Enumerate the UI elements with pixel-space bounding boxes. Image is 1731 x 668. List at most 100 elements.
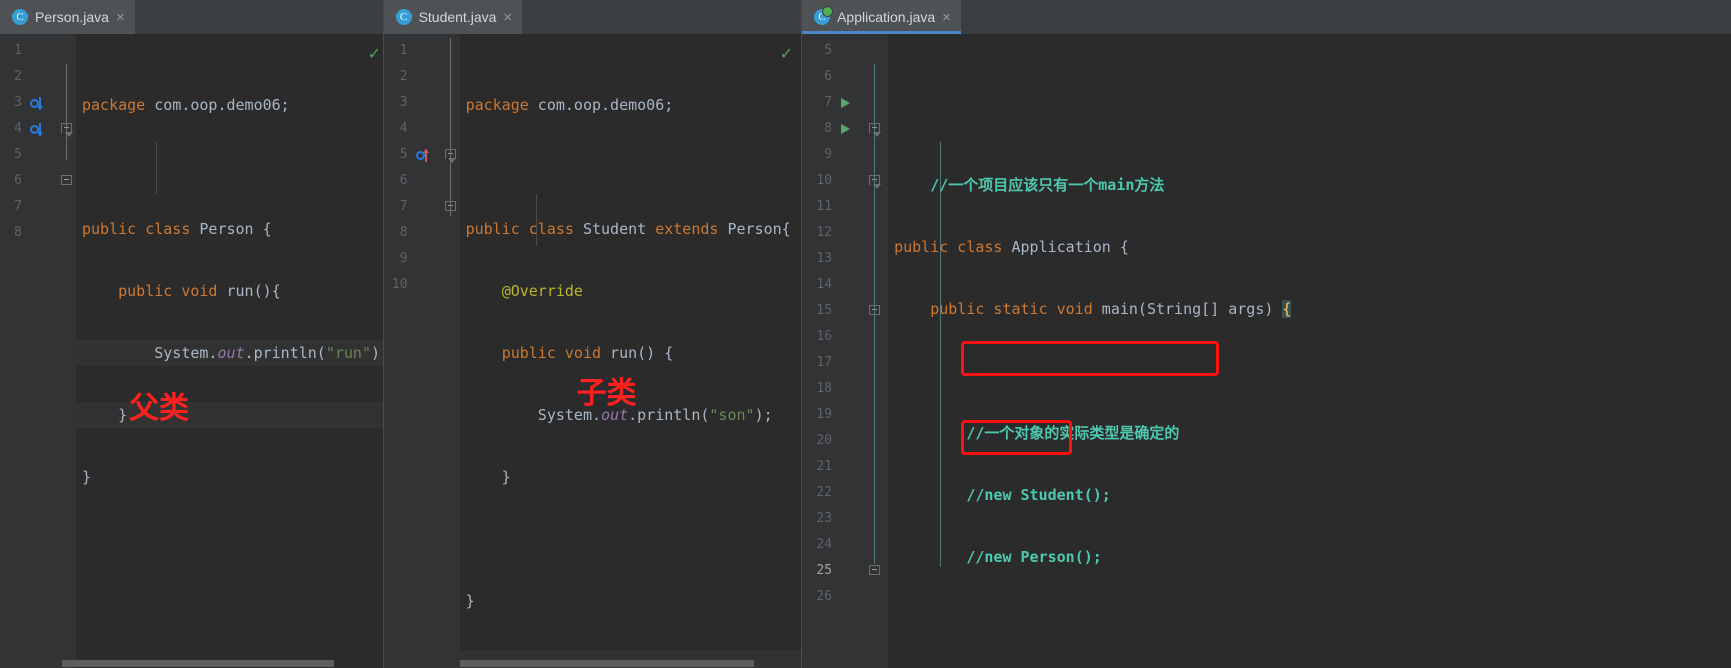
marker-row	[838, 168, 868, 194]
fold-row	[868, 428, 888, 454]
line-number: 24	[816, 537, 833, 552]
marker-row	[838, 64, 868, 90]
annotation-child-class-label: 子类	[576, 376, 637, 411]
marker-row	[838, 506, 868, 532]
close-icon[interactable]: ×	[503, 10, 512, 25]
line-number: 7	[399, 199, 408, 214]
run-class-icon[interactable]	[841, 98, 851, 108]
fold-row	[60, 64, 76, 90]
fold-row	[868, 376, 888, 402]
marker-row	[838, 350, 868, 376]
java-runnable-class-icon: C	[814, 6, 834, 25]
editor-area-student[interactable]: 1 2 3 4 5 6 7 8 9 10 package com.oop.dem…	[383, 34, 802, 668]
editor-area-person[interactable]: 1 2 3 4 5 6 7 8 package com.oop.demo06; …	[0, 34, 383, 668]
line-number: 1	[399, 43, 408, 58]
editor-area-application[interactable]: 5 6 7 8 9 10 11 12 13 14 15 16 17 18 19 …	[802, 34, 1731, 668]
code-text-student[interactable]: package com.oop.demo06; public class Stu…	[459, 34, 802, 668]
marker-row	[838, 324, 868, 350]
tabbar-filler	[134, 0, 383, 34]
overridden-method-icon[interactable]	[30, 97, 43, 110]
fold-row	[60, 116, 76, 142]
marker-row	[838, 194, 868, 220]
tabbar-filler	[522, 0, 802, 34]
inspection-ok-check-icon[interactable]: ✓	[780, 44, 793, 64]
fold-row	[868, 350, 888, 376]
line-number: 26	[816, 589, 833, 604]
marker-row	[414, 246, 444, 272]
tab-label: Person.java	[35, 9, 109, 25]
marker-row	[414, 220, 444, 246]
fold-row	[60, 168, 76, 194]
marker-row	[414, 90, 444, 116]
marker-gutter-person[interactable]	[28, 34, 60, 668]
marker-row	[28, 142, 60, 168]
fold-row	[444, 272, 460, 298]
fold-row	[868, 532, 888, 558]
close-icon[interactable]: ×	[116, 10, 125, 25]
line-number: 5	[824, 43, 833, 58]
line-number-gutter-application: 5 6 7 8 9 10 11 12 13 14 15 16 17 18 19 …	[802, 34, 839, 668]
inspection-ok-check-icon[interactable]: ✓	[368, 44, 381, 64]
overridden-method-icon[interactable]	[30, 123, 43, 136]
fold-row	[60, 142, 76, 168]
marker-row	[838, 402, 868, 428]
code-line: }	[76, 402, 383, 428]
line-number: 3	[399, 95, 408, 110]
tab-application-java[interactable]: C Application.java ×	[802, 0, 961, 34]
marker-gutter-student[interactable]	[413, 34, 444, 668]
tab-student-java[interactable]: C Student.java ×	[383, 0, 523, 34]
marker-gutter-application[interactable]	[838, 34, 869, 668]
line-number-gutter-student: 1 2 3 4 5 6 7 8 9 10	[383, 34, 414, 668]
line-number: 4	[14, 121, 22, 136]
fold-row	[444, 116, 460, 142]
code-fold-end-icon[interactable]	[868, 564, 881, 578]
editor-pane-application: C Application.java × 5 6 7 8 9 10 11 12 …	[802, 0, 1731, 668]
ide-window: C Person.java × 1 2 3 4 5 6 7 8 package …	[0, 0, 1731, 668]
line-number: 22	[816, 485, 833, 500]
marker-row	[838, 558, 868, 584]
marker-row	[414, 116, 444, 142]
code-fold-end-icon[interactable]	[60, 174, 73, 188]
line-number: 2	[399, 69, 408, 84]
line-number: 13	[816, 251, 833, 266]
editor-pane-person: C Person.java × 1 2 3 4 5 6 7 8 package …	[0, 0, 383, 668]
code-line: public void run(){	[118, 282, 281, 300]
code-text-application[interactable]: //一个项目应该只有一个main方法 public class Applicat…	[888, 34, 1731, 668]
marker-row	[414, 194, 444, 220]
fold-row	[868, 168, 888, 194]
fold-gutter-application[interactable]	[868, 34, 889, 668]
fold-gutter-person[interactable]	[60, 34, 76, 668]
marker-row	[838, 428, 868, 454]
fold-row	[868, 454, 888, 480]
marker-row	[838, 298, 868, 324]
line-number: 9	[824, 147, 833, 162]
line-number: 10	[391, 277, 408, 292]
tab-label: Student.java	[418, 9, 497, 25]
line-number: 7	[824, 95, 833, 110]
code-line: System.out.println("run");	[76, 340, 383, 366]
overriding-method-icon[interactable]	[415, 149, 429, 162]
line-number: 8	[14, 225, 22, 240]
fold-gutter-student[interactable]	[443, 34, 460, 668]
run-main-method-icon[interactable]	[841, 124, 851, 134]
horizontal-scrollbar-person[interactable]	[0, 658, 383, 668]
line-number: 6	[14, 173, 22, 188]
line-number: 8	[824, 121, 833, 136]
marker-row	[838, 116, 868, 142]
fold-row	[868, 246, 888, 272]
line-number: 18	[816, 381, 833, 396]
horizontal-scrollbar-student[interactable]	[384, 658, 802, 668]
marker-row	[838, 142, 868, 168]
fold-row	[868, 324, 888, 350]
fold-row	[868, 584, 888, 610]
line-number: 12	[816, 225, 833, 240]
tab-person-java[interactable]: C Person.java ×	[0, 0, 135, 34]
code-text-person[interactable]: package com.oop.demo06; public class Per…	[76, 34, 383, 668]
line-number: 16	[816, 329, 833, 344]
fold-row	[868, 402, 888, 428]
line-number: 14	[816, 277, 833, 292]
editor-pane-student: C Student.java × 1 2 3 4 5 6 7 8 9 10 pa…	[383, 0, 802, 668]
close-icon[interactable]: ×	[942, 10, 951, 25]
